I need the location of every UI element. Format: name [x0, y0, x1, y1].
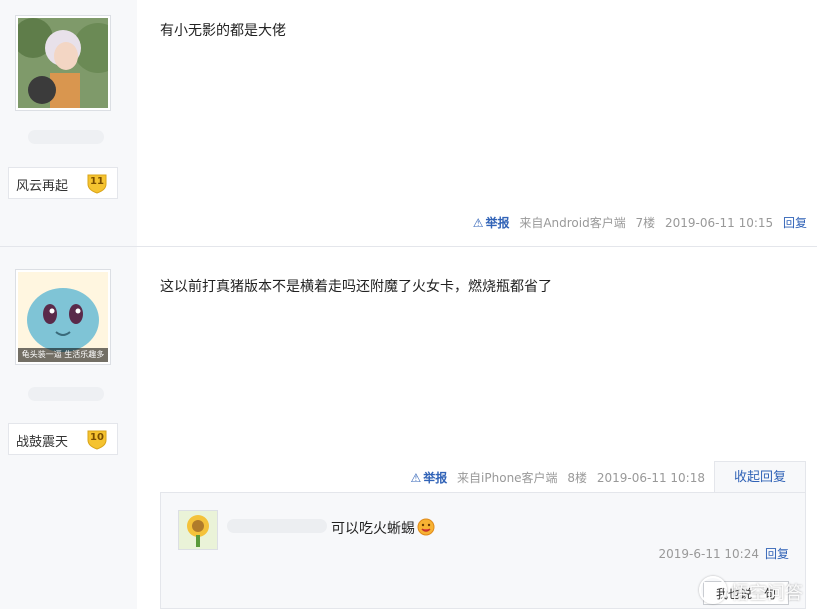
level-number: 11 [90, 176, 104, 187]
member-level-box[interactable]: 战鼓震天 10 [8, 423, 118, 455]
member-level-box[interactable]: 风云再起 11 [8, 167, 118, 199]
floor-number: 7楼 [635, 216, 656, 230]
level-badge-icon: 11 [86, 172, 108, 194]
sub-reply-link[interactable]: 回复 [765, 547, 789, 561]
sub-reply-meta: 2019-6-11 10:24 回复 [658, 545, 789, 562]
emoji-icon [417, 518, 435, 536]
report-link[interactable]: 举报 [485, 216, 509, 230]
post-meta: ⚠ 举报 来自Android客户端 7楼 2019-06-11 10:15 回复 [467, 214, 807, 231]
post-time: 2019-06-11 10:15 [665, 216, 774, 230]
client-source[interactable]: 来自Android客户端 [519, 216, 625, 230]
level-number: 10 [90, 432, 104, 443]
post-meta: ⚠ 举报 来自iPhone客户端 8楼 2019-06-11 10:18 [404, 469, 705, 486]
sub-reply-text: 可以吃火蜥蜴 [331, 521, 415, 537]
anime-boy-avatar-icon [18, 18, 108, 108]
sub-reply-time: 2019-6-11 10:24 [658, 547, 759, 561]
warning-icon[interactable]: ⚠ [410, 471, 421, 485]
warning-icon[interactable]: ⚠ [473, 216, 484, 230]
post-floor-7: 风云再起 11 有小无影的都是大佬 ⚠ 举报 来自Android客户端 7楼 20… [0, 0, 817, 247]
author-sidebar: 龟头装一逼 生活乐趣多 战鼓震天 10 [0, 247, 137, 609]
username-blurred[interactable] [28, 130, 104, 144]
post-content: 有小无影的都是大佬 [160, 23, 286, 39]
reply-link[interactable]: 回复 [783, 216, 807, 230]
squirtle-avatar-icon: 龟头装一逼 生活乐趣多 [18, 272, 108, 362]
watermark-text: 悟空问答 [731, 583, 803, 604]
post-floor-8: 龟头装一逼 生活乐趣多 战鼓震天 10 这以前打真猪版本不是横着走吗还附魔了火女… [0, 247, 817, 609]
collapse-replies-button[interactable]: 收起回复 [714, 461, 806, 493]
user-avatar[interactable]: 龟头装一逼 生活乐趣多 [15, 269, 111, 365]
client-source[interactable]: 来自iPhone客户端 [457, 471, 558, 485]
report-link[interactable]: 举报 [423, 471, 447, 485]
floor-number: 8楼 [567, 471, 588, 485]
avatar-caption: 龟头装一逼 生活乐趣多 [21, 350, 105, 359]
sub-reply-content: 可以吃火蜥蜴 [331, 518, 435, 538]
level-title: 战鼓震天 [16, 435, 69, 450]
post-time: 2019-06-11 10:18 [596, 471, 705, 485]
level-badge-icon: 10 [86, 428, 108, 450]
post-content: 这以前打真猪版本不是横着走吗还附魔了火女卡，燃烧瓶都省了 [160, 279, 552, 295]
reply-username-blurred[interactable] [227, 519, 327, 533]
sunflower-avatar-icon[interactable] [178, 510, 218, 550]
watermark: 悟空问答 [699, 576, 803, 605]
user-avatar[interactable] [15, 15, 111, 111]
level-title: 风云再起 [16, 179, 69, 194]
author-sidebar: 风云再起 11 [0, 0, 137, 246]
username-blurred[interactable] [28, 387, 104, 401]
wukong-logo-icon [699, 576, 727, 604]
